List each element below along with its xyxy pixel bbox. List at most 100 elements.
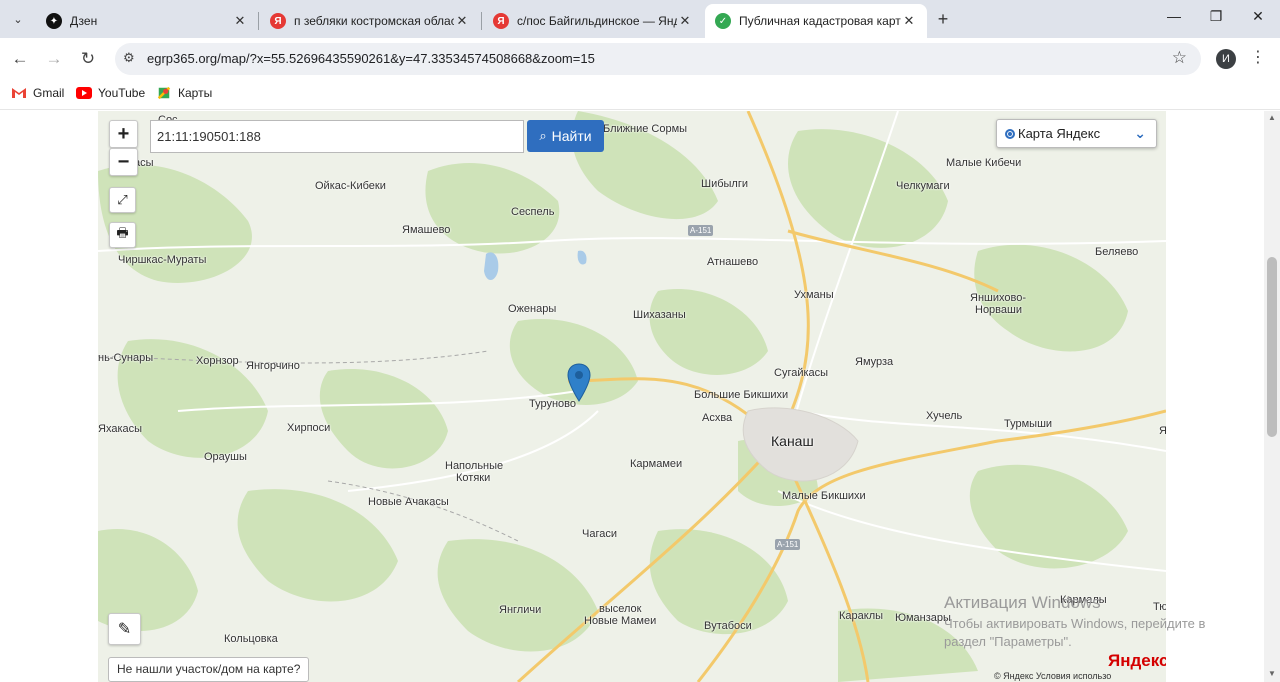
- browser-toolbar: ← → ↻ ⚙ egrp365.org/map/?x=55.5269643559…: [0, 38, 1280, 80]
- place-label: Ойкас-Кибеки: [315, 180, 386, 192]
- place-label: Караклы: [839, 610, 884, 622]
- windows-activation-title: Активация Windows: [944, 593, 1101, 612]
- zoom-in-button[interactable]: +: [109, 120, 138, 148]
- bookmark-gmail[interactable]: Gmail: [11, 86, 64, 100]
- bookmark-youtube[interactable]: YouTube: [76, 86, 145, 100]
- place-label: Хирпоси: [287, 422, 331, 434]
- place-label: Кольцовка: [224, 633, 278, 645]
- map-attribution[interactable]: © Яндекс Условия использо: [994, 671, 1111, 681]
- place-label: Сугайкасы: [774, 367, 829, 379]
- zoom-out-button[interactable]: −: [109, 148, 138, 176]
- cadastral-search-input[interactable]: [150, 120, 524, 153]
- place-label: Янгличи: [499, 604, 542, 616]
- find-button[interactable]: ⌕ Найти: [527, 120, 604, 152]
- place-label: Асхва: [702, 412, 733, 424]
- place-label: Ямурза: [855, 356, 894, 368]
- place-label: нь-Сунары: [98, 352, 154, 364]
- close-tab-icon[interactable]: ✕: [677, 13, 693, 29]
- place-label-city: Канаш: [771, 433, 814, 449]
- tab-cadastral-map[interactable]: ✓ Публичная кадастровая карта ✕: [705, 4, 927, 38]
- place-label: Ораушы: [204, 451, 247, 463]
- road-number-badge: А-151: [775, 539, 801, 550]
- bookmark-maps[interactable]: Карты: [156, 86, 212, 100]
- place-label: Шихазаны: [633, 309, 686, 321]
- page-scrollbar[interactable]: ▲ ▼: [1264, 111, 1280, 682]
- not-found-link[interactable]: Не нашли участок/дом на карте?: [108, 657, 310, 682]
- chevron-down-icon: ⌄: [1134, 125, 1146, 141]
- place-label: Я: [1159, 425, 1166, 437]
- windows-activation-text: Чтобы активировать Windows, перейдите в: [944, 616, 1206, 631]
- gmail-icon: [12, 88, 26, 98]
- close-window-icon[interactable]: ✕: [1246, 8, 1270, 30]
- place-label: Хорнзор: [196, 355, 239, 367]
- close-tab-icon[interactable]: ✕: [901, 13, 917, 29]
- place-label: Новые Мамеи: [584, 615, 657, 627]
- place-label: Кармамеи: [630, 458, 683, 470]
- place-label: Малые Бикшихи: [782, 490, 866, 502]
- fullscreen-icon[interactable]: ⤢: [109, 187, 136, 213]
- profile-avatar[interactable]: И: [1216, 49, 1236, 69]
- restore-window-icon[interactable]: ❐: [1204, 8, 1228, 30]
- place-label: Яхакасы: [98, 423, 143, 435]
- radio-selected-icon: [1005, 128, 1015, 139]
- bookmarks-bar: Gmail YouTube Карты: [0, 80, 1280, 110]
- tab-search-baigildinskoe[interactable]: Я с/пос Байгильдинское — Янде ✕: [483, 4, 703, 38]
- tab-strip: ⌄ ✦ Дзен ✕ Я п зебляки костромская облас…: [0, 0, 1280, 38]
- place-label: Напольные: [445, 460, 504, 472]
- place-label: Норваши: [975, 304, 1022, 316]
- place-label: Турмыши: [1004, 418, 1053, 430]
- road-number-badge: А-151: [688, 225, 714, 236]
- place-label: Малые Кибечи: [946, 157, 1022, 169]
- address-bar[interactable]: ⚙ egrp365.org/map/?x=55.52696435590261&y…: [115, 43, 1201, 75]
- place-label: Чагаси: [582, 528, 617, 540]
- yandex-logo: Яндекс: [1108, 651, 1166, 670]
- tab-search-chevron-icon[interactable]: ⌄: [6, 7, 30, 31]
- place-label: Котяки: [456, 472, 491, 484]
- windows-activation-text: раздел "Параметры".: [944, 634, 1072, 649]
- site-info-icon[interactable]: ⚙: [123, 50, 135, 66]
- tab-divider: [481, 12, 482, 30]
- place-label: Ухманы: [794, 289, 834, 301]
- close-tab-icon[interactable]: ✕: [454, 13, 470, 29]
- place-label: Новые Ачакасы: [368, 496, 449, 508]
- print-icon[interactable]: 🖶: [109, 222, 136, 248]
- scroll-up-icon[interactable]: ▲: [1268, 113, 1276, 122]
- page-content: Ближние Сормы Малые Кибечи Шибылги Челку…: [0, 111, 1280, 682]
- tab-divider: [258, 12, 259, 30]
- place-label: Ямашево: [402, 224, 451, 236]
- place-label: Ближние Сормы: [603, 123, 688, 135]
- scroll-down-icon[interactable]: ▼: [1268, 669, 1276, 678]
- maps-icon: [157, 86, 171, 100]
- place-label: Яншихово-: [970, 292, 1026, 304]
- place-label: Атнашево: [707, 256, 759, 268]
- new-tab-plus-icon[interactable]: +: [932, 8, 954, 30]
- bookmark-star-icon[interactable]: ☆: [1172, 48, 1187, 68]
- place-label: Челкумаги: [896, 180, 950, 192]
- place-label: Хучель: [926, 410, 963, 422]
- tab-search-zeblyaki[interactable]: Я п зебляки костромская облас ✕: [260, 4, 480, 38]
- place-label: выселок: [599, 603, 642, 615]
- place-label: Чиршкас-Мураты: [118, 254, 207, 266]
- place-label: Большие Бикшихи: [694, 389, 789, 401]
- location-marker-icon[interactable]: [567, 363, 591, 403]
- dzen-icon: ✦: [46, 13, 62, 29]
- youtube-icon: [76, 87, 92, 99]
- url-text[interactable]: egrp365.org/map/?x=55.52696435590261&y=4…: [147, 51, 595, 66]
- back-arrow-icon[interactable]: ←: [8, 47, 32, 71]
- minimize-icon[interactable]: —: [1162, 8, 1186, 30]
- tab-dzen[interactable]: ✦ Дзен ✕: [36, 4, 258, 38]
- forward-arrow-icon[interactable]: →: [42, 47, 66, 71]
- map-layer-select[interactable]: Карта Яндекс ⌄: [996, 119, 1157, 148]
- browser-menu-icon[interactable]: ⋮: [1250, 47, 1266, 67]
- ruler-icon[interactable]: ✎: [108, 613, 141, 645]
- search-icon: ⌕: [539, 128, 547, 143]
- place-label: Юманзары: [895, 612, 951, 624]
- close-tab-icon[interactable]: ✕: [232, 13, 248, 29]
- place-label: Оженары: [508, 303, 557, 315]
- place-label: Янгорчино: [246, 360, 300, 372]
- scrollbar-thumb[interactable]: [1267, 257, 1277, 437]
- place-label: Вутабоси: [704, 620, 752, 632]
- reload-icon[interactable]: ↻: [76, 47, 100, 71]
- place-label: Шибылги: [701, 178, 749, 190]
- place-label: Тю: [1153, 601, 1166, 613]
